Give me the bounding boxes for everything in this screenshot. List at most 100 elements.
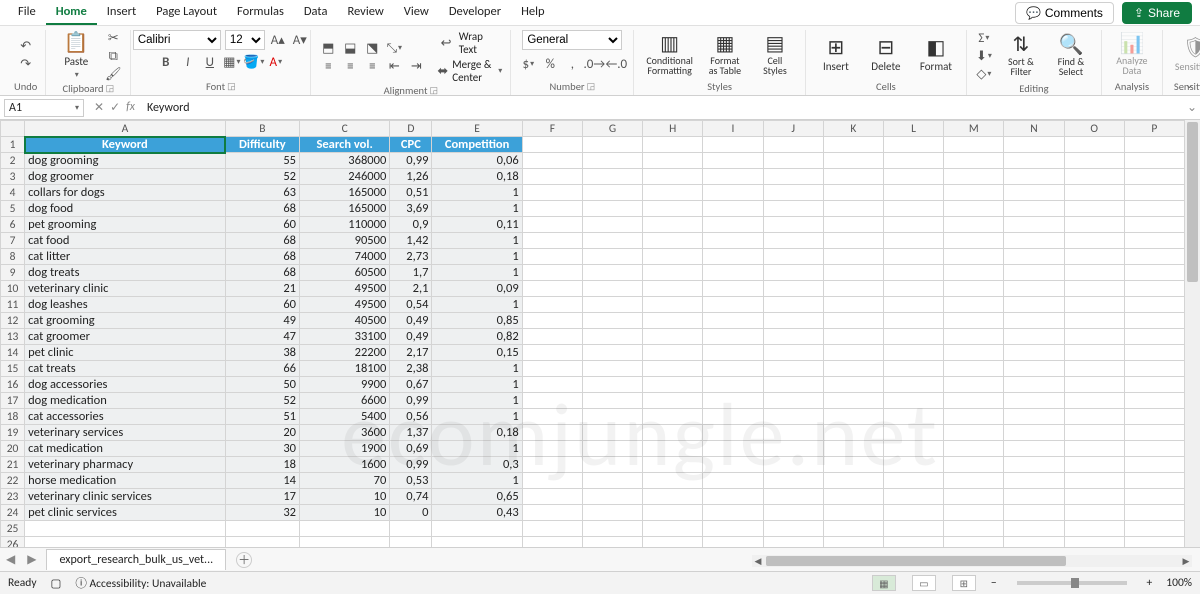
cell[interactable] [582,505,642,521]
cell[interactable] [1064,457,1124,473]
menu-tab-formulas[interactable]: Formulas [227,0,294,25]
cell[interactable] [823,329,883,345]
cell[interactable] [883,137,943,153]
wrap-text-button[interactable]: ↩Wrap Text [437,30,502,56]
cell[interactable]: 0,54 [390,297,432,313]
cell[interactable] [643,185,703,201]
cell[interactable] [823,377,883,393]
align-bottom-icon[interactable]: ⬔ [363,40,381,56]
cell[interactable]: 0,09 [432,281,522,297]
row-header[interactable]: 6 [1,217,25,233]
underline-icon[interactable]: U [201,54,219,70]
cell[interactable] [643,201,703,217]
cell[interactable]: 20 [225,425,299,441]
cell[interactable]: 18100 [300,361,390,377]
cell[interactable] [522,201,582,217]
cell[interactable] [1124,409,1184,425]
cell[interactable] [823,537,883,549]
cell[interactable]: 17 [225,489,299,505]
cell[interactable] [883,233,943,249]
cell[interactable]: 10 [300,505,390,521]
cell[interactable] [1004,425,1064,441]
paste-button[interactable]: 📋 Paste ▾ [54,31,98,82]
cell[interactable] [703,505,763,521]
cell[interactable] [1004,361,1064,377]
cell[interactable]: 5400 [300,409,390,425]
sheet-tab[interactable]: export_research_bulk_us_vet... [46,549,226,570]
menu-tab-page-layout[interactable]: Page Layout [146,0,227,25]
cell[interactable] [823,153,883,169]
column-header[interactable]: O [1064,121,1124,137]
cell[interactable] [582,153,642,169]
cell[interactable] [1004,201,1064,217]
cell[interactable]: 50 [225,377,299,393]
menu-tab-developer[interactable]: Developer [439,0,511,25]
cell[interactable] [763,185,823,201]
cell[interactable]: 0,53 [390,473,432,489]
cell[interactable] [763,249,823,265]
cell[interactable] [883,313,943,329]
cell[interactable] [823,361,883,377]
row-header[interactable]: 14 [1,345,25,361]
cell[interactable] [944,137,1004,153]
fx-icon[interactable]: fx [126,100,135,115]
cell[interactable] [1004,441,1064,457]
cell[interactable]: dog grooming [25,153,226,169]
cell[interactable]: 0,43 [432,505,522,521]
comments-button[interactable]: 💬 Comments [1015,2,1114,24]
cell[interactable]: dog groomer [25,169,226,185]
cell[interactable]: 1,26 [390,169,432,185]
cell[interactable] [522,329,582,345]
column-header[interactable]: H [643,121,703,137]
cell[interactable] [522,217,582,233]
cell[interactable] [703,441,763,457]
cell[interactable]: 68 [225,249,299,265]
format-table-button[interactable]: ▦Format as Table [703,32,747,78]
cell[interactable]: 2,17 [390,345,432,361]
cell[interactable]: 38 [225,345,299,361]
cell[interactable] [823,281,883,297]
cell[interactable] [1004,377,1064,393]
cell[interactable] [1124,137,1184,153]
indent-decrease-icon[interactable]: ⇤ [385,58,403,74]
cell[interactable]: 246000 [300,169,390,185]
indent-increase-icon[interactable]: ⇥ [407,58,425,74]
cell[interactable] [944,409,1004,425]
cell[interactable] [582,377,642,393]
cell[interactable]: 0,18 [432,425,522,441]
cell[interactable] [643,409,703,425]
undo-icon[interactable]: ↶ [17,38,35,54]
cell[interactable] [703,473,763,489]
cell[interactable]: 1600 [300,457,390,473]
row-header[interactable]: 5 [1,201,25,217]
cell[interactable] [944,329,1004,345]
analyze-data-button[interactable]: 📊Analyze Data [1110,32,1154,78]
cell[interactable] [582,185,642,201]
cell[interactable] [1064,441,1124,457]
row-header[interactable]: 8 [1,249,25,265]
bold-icon[interactable]: B [157,54,175,70]
cell[interactable]: cat grooming [25,313,226,329]
cell[interactable] [703,521,763,537]
cell[interactable]: 1 [432,393,522,409]
copy-icon[interactable]: ⧉ [104,48,122,64]
cell[interactable] [643,249,703,265]
cell[interactable] [944,249,1004,265]
cell[interactable] [643,425,703,441]
cell[interactable] [944,185,1004,201]
menu-tab-insert[interactable]: Insert [97,0,146,25]
cell[interactable]: 68 [225,233,299,249]
cell[interactable]: 165000 [300,185,390,201]
cell[interactable] [1004,313,1064,329]
cell[interactable] [1064,217,1124,233]
cell[interactable] [763,345,823,361]
cell[interactable] [883,521,943,537]
formula-input[interactable]: Keyword [141,99,1184,117]
column-header[interactable]: A [25,121,226,137]
cell[interactable] [763,409,823,425]
cell[interactable] [1124,297,1184,313]
cell[interactable] [703,489,763,505]
cell[interactable] [522,137,582,153]
cell[interactable]: 0,18 [432,169,522,185]
row-header[interactable]: 13 [1,329,25,345]
